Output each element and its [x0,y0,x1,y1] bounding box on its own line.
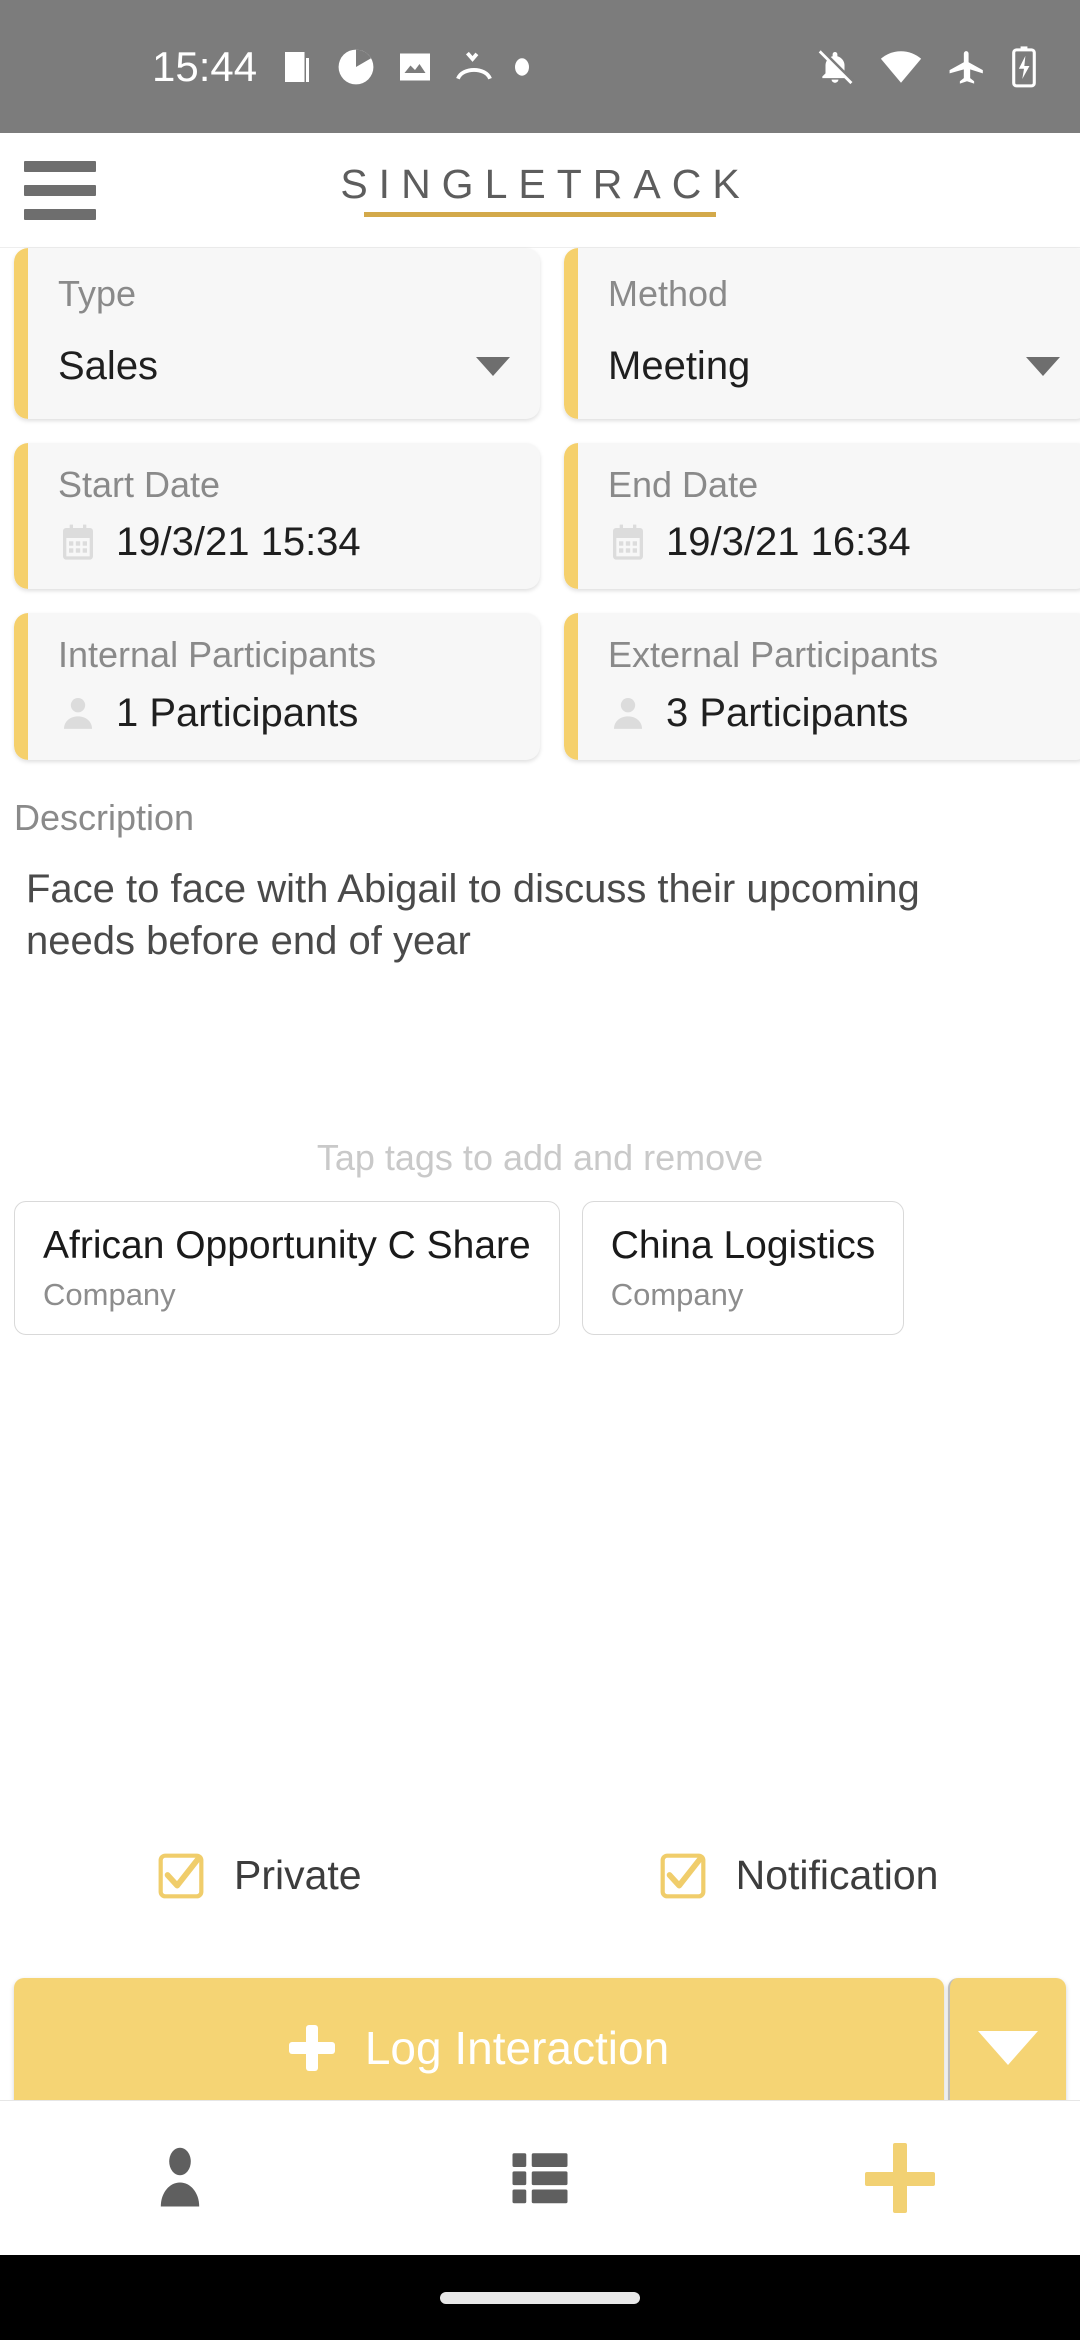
field-label-internal-participants: Internal Participants [58,634,377,676]
app-screen: 15:44 SINGLETRACK Type Sales Method Meet… [0,0,1080,2340]
field-card-method[interactable]: Method Meeting [564,248,1080,419]
checkbox-checked-icon [158,1853,204,1899]
dot-icon [515,57,530,76]
chevron-down-icon [978,2031,1038,2065]
checkbox-label-private: Private [234,1852,362,1898]
status-bar: 15:44 [0,0,1080,133]
airplane-mode-icon [949,50,983,84]
main-content: Type Sales Method Meeting Start Date 19/… [0,248,1080,1335]
status-bar-left: 15:44 [152,42,530,90]
log-interaction-button[interactable]: Log Interaction [14,1978,944,2118]
field-card-start-date[interactable]: Start Date 19/3/21 15:34 [14,442,540,590]
battery-charging-icon [1012,45,1036,87]
tag-chip[interactable]: African Opportunity C Share Company [14,1201,560,1335]
checkbox-private[interactable]: Private [158,1852,362,1899]
tags-hint: Tap tags to add and remove [316,1137,764,1179]
chevron-down-icon[interactable] [1026,356,1060,376]
checkbox-checked-icon [660,1853,706,1899]
nav-item-list[interactable] [360,2145,720,2211]
field-value-method: Meeting [608,343,751,388]
bottom-navigation [0,2100,1080,2255]
field-row-dates: Start Date 19/3/21 15:34 End Date 19/3/2… [0,442,1080,590]
field-card-internal-participants[interactable]: Internal Participants 1 Participants [14,613,540,760]
logo-text: SINGLETRACK [340,160,751,207]
image-warning-icon [400,53,431,80]
description-label: Description [14,796,195,838]
app-logo: SINGLETRACK [0,160,1080,218]
news-icon [285,51,310,82]
field-label-end-date: End Date [608,463,759,505]
calendar-icon [608,523,648,563]
gesture-pill[interactable] [440,2291,640,2304]
field-card-type[interactable]: Type Sales [14,248,540,419]
status-clock: 15:44 [152,42,258,90]
field-value-end-date: 19/3/21 16:34 [666,520,911,565]
field-row-participants: Internal Participants 1 Participants Ext… [0,613,1080,760]
tag-chip[interactable]: China Logistics Company [581,1201,905,1335]
pie-chart-icon [338,49,374,84]
person-icon [608,693,648,733]
field-card-end-date[interactable]: End Date 19/3/21 16:34 [564,442,1080,590]
field-card-external-participants[interactable]: External Participants 3 Participants [564,613,1080,760]
log-interaction-dropdown-button[interactable] [948,1978,1066,2118]
field-value-external-participants: 3 Participants [666,690,909,735]
nav-item-contacts[interactable] [0,2142,360,2214]
calendar-icon [58,523,98,563]
field-value-start-date: 19/3/21 15:34 [116,520,361,565]
description-text[interactable]: Face to face with Abigail to discuss the… [14,863,1024,967]
description-section: Description Face to face with Abigail to… [0,784,1080,968]
tag-type: Company [610,1277,744,1313]
wifi-icon [880,50,922,83]
call-missed-icon [456,51,492,80]
tag-name: China Logistics [610,1224,876,1268]
tag-type: Company [43,1277,176,1313]
checkbox-label-notification: Notification [735,1852,939,1898]
action-bar: Log Interaction [0,1978,1080,2118]
tag-name: African Opportunity C Share [43,1224,531,1268]
list-grid-icon [512,2153,568,2204]
field-label-start-date: Start Date [58,463,221,505]
notifications-off-icon [818,48,854,84]
status-bar-right [816,45,1036,88]
tags-row: African Opportunity C Share Company Chin… [0,1201,1080,1335]
field-row-type-method: Type Sales Method Meeting [0,248,1080,419]
plus-icon [865,2143,935,2213]
options-row: Private Notification [0,1852,1080,1899]
log-interaction-label: Log Interaction [364,2022,670,2074]
field-label-type: Type [58,273,137,314]
person-icon [160,2147,200,2207]
logo-underline [364,212,716,218]
field-value-internal-participants: 1 Participants [116,690,359,735]
gesture-navigation-bar [0,2255,1080,2340]
person-icon [58,693,98,733]
field-label-external-participants: External Participants [608,634,939,676]
chevron-down-icon[interactable] [476,356,510,376]
app-header: SINGLETRACK [0,133,1080,248]
plus-icon [288,2025,335,2071]
field-label-method: Method [608,273,729,314]
checkbox-notification[interactable]: Notification [660,1852,939,1899]
nav-item-add[interactable] [720,2143,1080,2213]
field-value-type: Sales [58,343,159,388]
